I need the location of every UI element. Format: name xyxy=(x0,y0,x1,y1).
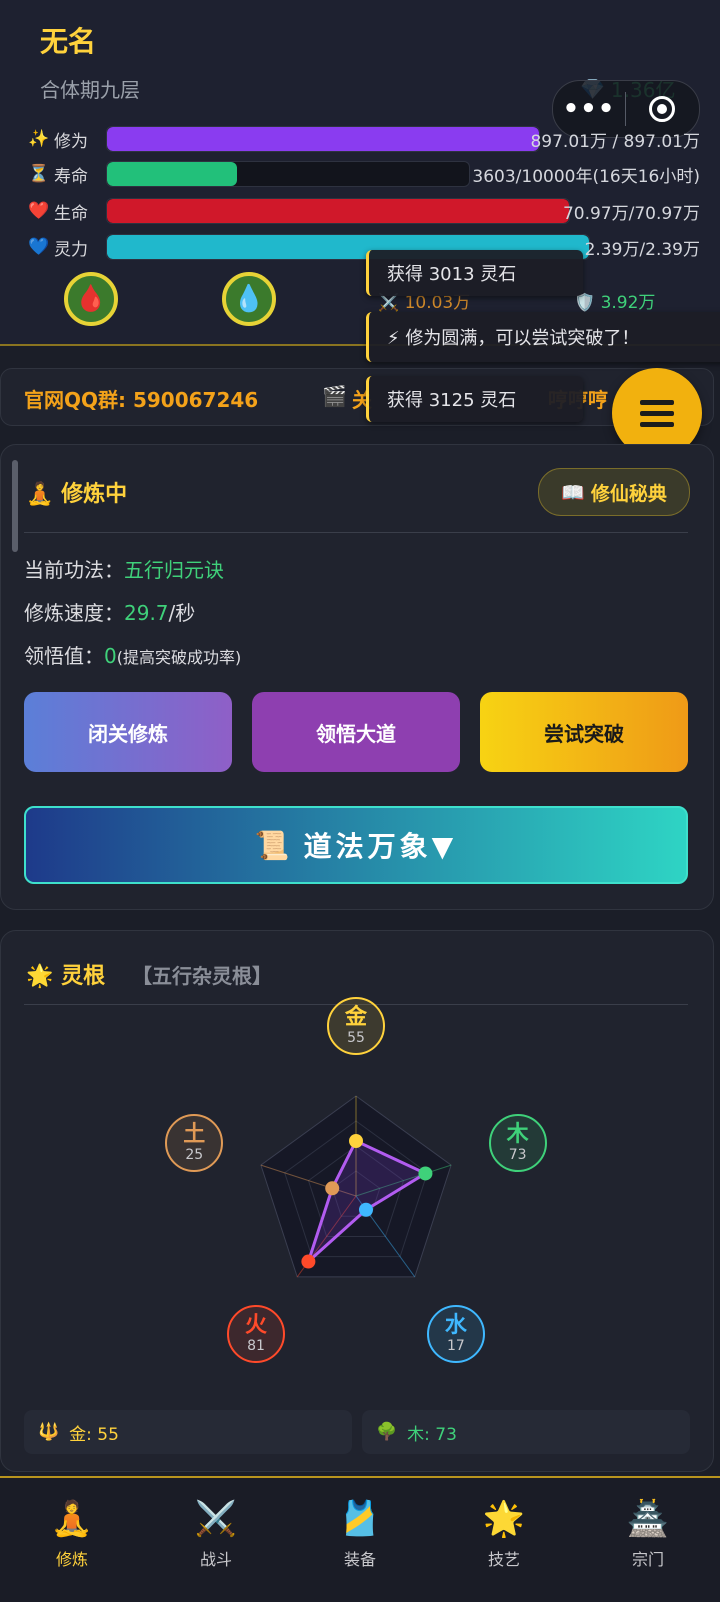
speed-info: 修炼速度：29.7/秒 xyxy=(24,601,196,625)
stat-label: 修为 xyxy=(54,131,88,152)
element-node: 火 81 xyxy=(227,1304,286,1363)
trident-icon: 🔱 xyxy=(38,1422,60,1442)
book-icon: 📖 xyxy=(561,481,585,504)
element-name: 木 xyxy=(506,1122,529,1148)
cultivation-realm: 合体期九层 xyxy=(40,78,140,102)
element-node: 水 17 xyxy=(426,1304,485,1363)
element-name: 水 xyxy=(444,1312,467,1338)
health-bar xyxy=(106,198,570,224)
radar-point-水 xyxy=(358,1202,373,1217)
scroll-icon: 📜 xyxy=(254,828,294,862)
hourglass-icon: ⏳ xyxy=(28,164,50,184)
element-value: 81 xyxy=(247,1337,265,1354)
divider xyxy=(24,532,688,533)
defense-value: 3.92万 xyxy=(600,293,656,313)
cultivation-manual-button[interactable]: 📖 修仙秘典 xyxy=(538,468,690,516)
insight-value: 0 xyxy=(104,644,117,668)
retreat-cultivate-button[interactable]: 闭关修炼 xyxy=(24,692,232,772)
element-value: 25 xyxy=(185,1147,204,1164)
nav-skills[interactable]: 🌟 技艺 xyxy=(432,1478,576,1602)
cultivation-bar xyxy=(106,126,540,152)
nav-equipment[interactable]: 🎽 装备 xyxy=(288,1478,432,1602)
stat-value: 70.97万/70.97万 xyxy=(562,203,700,224)
sparkle-icon: ✨ xyxy=(28,129,50,149)
radar-point-火 xyxy=(301,1254,316,1269)
clapper-icon: 🎬 xyxy=(322,384,347,408)
five-elements-radar xyxy=(260,1095,452,1278)
stat-row-cultivation: ✨ 修为 897.01万 / 897.01万 xyxy=(28,126,700,152)
mana-potion-button[interactable]: 💧 xyxy=(222,272,276,326)
element-stat-metal: 🔱 金: 55 xyxy=(24,1410,352,1454)
stat-row-lifespan: ⏳ 寿命 3603/10000年(16天16小时) xyxy=(28,161,700,187)
close-miniprogram-button[interactable] xyxy=(626,96,698,122)
toast-notification: 获得 3013 灵石 xyxy=(366,250,583,296)
element-node: 木 73 xyxy=(488,1114,547,1173)
heart-icon: ❤️ xyxy=(28,201,50,221)
qq-group-text: 官网QQ群: 590067246 xyxy=(24,388,259,412)
star-icon: 🌟 xyxy=(26,964,54,989)
technique-info: 当前功法：五行归元诀 xyxy=(24,558,224,582)
toast-notification: 获得 3125 灵石 xyxy=(366,376,583,422)
technique-name: 五行归元诀 xyxy=(124,558,224,582)
health-potion-button[interactable]: 🩸 xyxy=(64,272,118,326)
hamburger-icon xyxy=(640,394,674,433)
cultivation-title: 🧘 修炼中 xyxy=(26,482,128,507)
stat-value: 3603/10000年(16天16小时) xyxy=(472,166,700,187)
element-name: 土 xyxy=(183,1122,206,1148)
insight-info: 领悟值：0(提高突破成功率) xyxy=(24,644,242,668)
crossed-swords-icon: ⚔️ xyxy=(194,1499,238,1539)
meditation-icon: 🧘 xyxy=(26,482,54,507)
radar-point-木 xyxy=(418,1166,433,1181)
stat-value: 2.39万/2.39万 xyxy=(584,239,700,260)
castle-icon: 🏯 xyxy=(626,1499,670,1539)
dao-techniques-dropdown[interactable]: 📜 道法万象▼ xyxy=(24,806,688,884)
blue-heart-icon: 💙 xyxy=(28,237,50,257)
element-name: 金 xyxy=(344,1005,367,1030)
tree-icon: 🌳 xyxy=(376,1422,398,1442)
spirit-root-title: 🌟 灵根 xyxy=(26,964,106,989)
more-options-button[interactable]: ••• xyxy=(553,94,625,124)
element-stat-wood: 🌳 木: 73 xyxy=(362,1410,690,1454)
radar-point-土 xyxy=(325,1181,340,1196)
lifespan-bar xyxy=(106,161,470,187)
stat-value: 897.01万 / 897.01万 xyxy=(530,131,700,152)
element-value: 55 xyxy=(347,1030,365,1046)
target-icon xyxy=(649,96,675,122)
meditation-icon: 🧘 xyxy=(50,1499,94,1539)
breakthrough-button[interactable]: 尝试突破 xyxy=(480,692,688,772)
stat-row-mana: 💙 灵力 2.39万/2.39万 xyxy=(28,234,700,260)
nav-sect[interactable]: 🏯 宗门 xyxy=(576,1478,720,1602)
speed-value: 29.7 xyxy=(124,601,169,625)
blood-drop-icon: 🩸 xyxy=(74,284,108,314)
tank-top-icon: 🎽 xyxy=(338,1499,382,1539)
comprehend-dao-button[interactable]: 领悟大道 xyxy=(252,692,460,772)
stat-label: 寿命 xyxy=(54,166,88,187)
stat-label: 灵力 xyxy=(54,239,88,260)
bottom-navigation: 🧘 修炼 ⚔️ 战斗 🎽 装备 🌟 技艺 🏯 宗门 xyxy=(0,1476,720,1602)
player-name: 无名 xyxy=(40,25,97,58)
water-drop-icon: 💧 xyxy=(232,284,266,314)
spirit-root-type: 【五行杂灵根】 xyxy=(132,964,272,988)
toast-notification: ⚡ 修为圆满，可以尝试突破了！ xyxy=(366,312,720,362)
scrollbar[interactable] xyxy=(12,460,18,552)
glowing-star-icon: 🌟 xyxy=(482,1499,526,1539)
nav-battle[interactable]: ⚔️ 战斗 xyxy=(144,1478,288,1602)
element-node: 金 55 xyxy=(327,997,385,1055)
attack-value: 10.03万 xyxy=(404,293,471,313)
stat-label: 生命 xyxy=(54,203,88,224)
stat-row-health: ❤️ 生命 70.97万/70.97万 xyxy=(28,198,700,224)
element-value: 73 xyxy=(508,1147,527,1164)
element-name: 火 xyxy=(245,1312,268,1338)
defense-stat: 🛡️ 3.92万 xyxy=(574,293,656,313)
nav-cultivate[interactable]: 🧘 修炼 xyxy=(0,1478,144,1602)
radar-point-金 xyxy=(349,1134,363,1148)
element-value: 17 xyxy=(447,1337,465,1354)
